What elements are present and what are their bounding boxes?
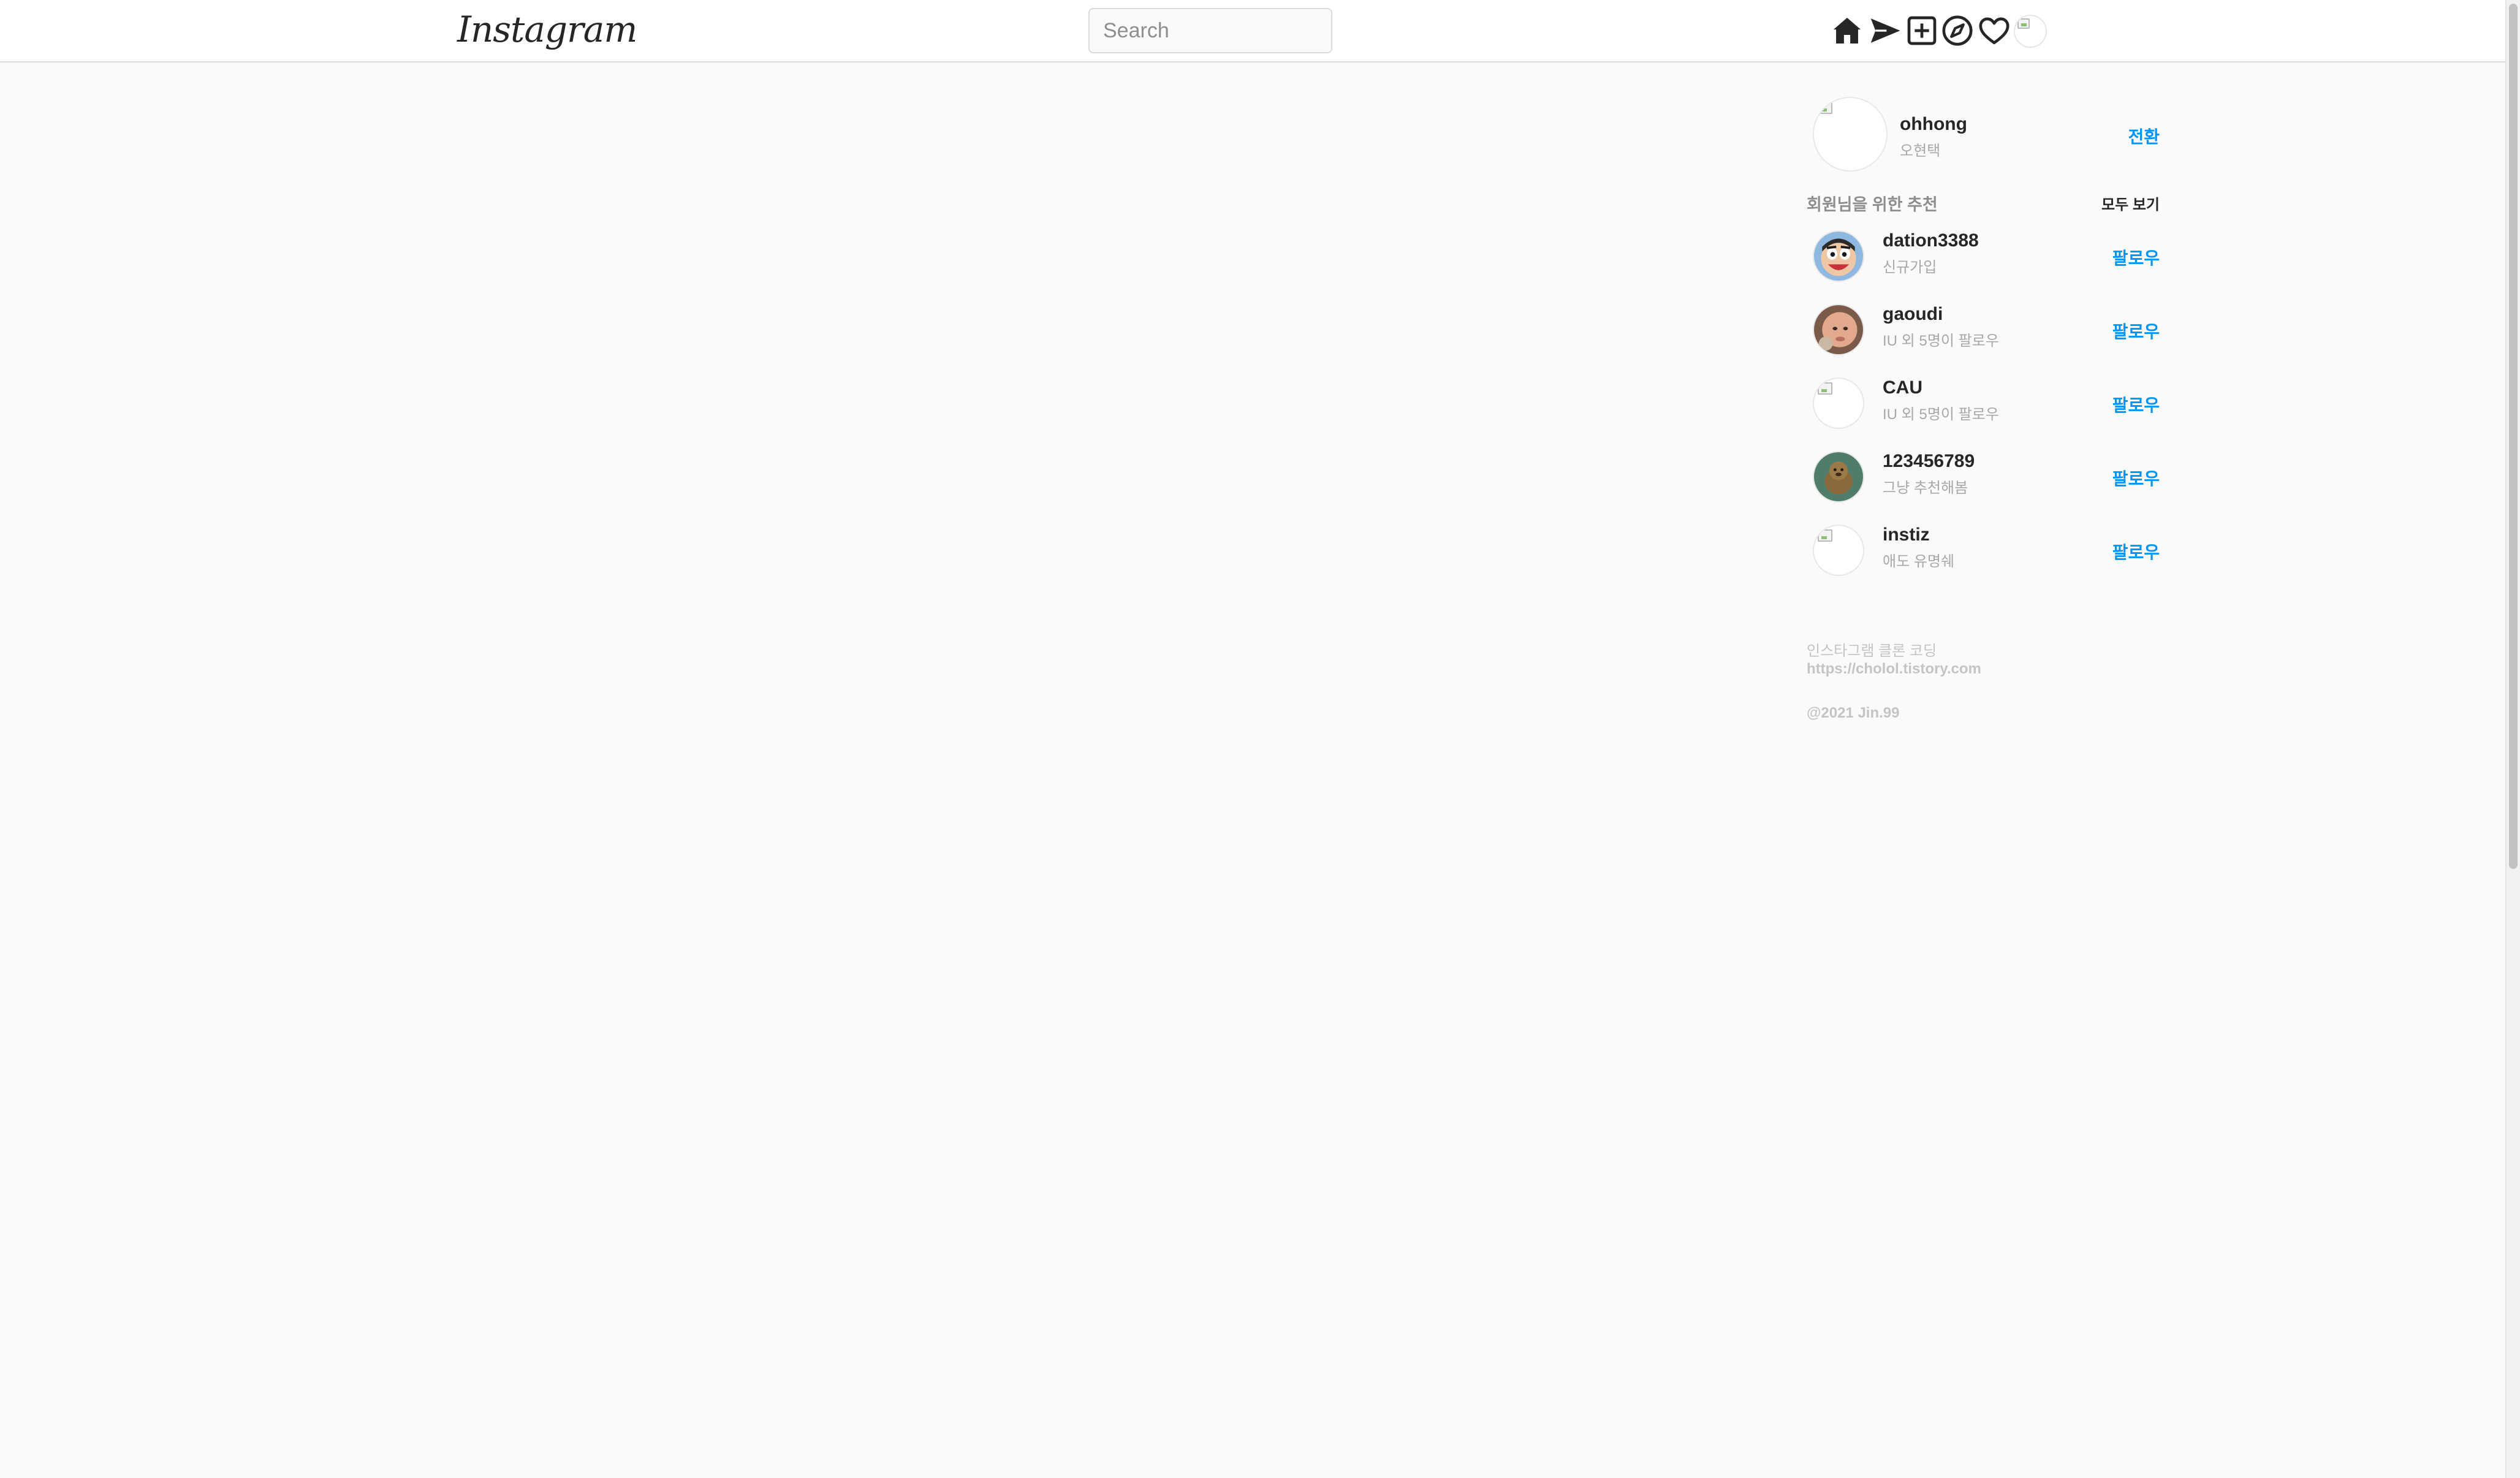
suggestion-subtitle: 신규가입: [1883, 259, 1937, 276]
top-navigation-bar: Instagram: [0, 0, 2505, 63]
follow-button[interactable]: 팔로우: [2112, 245, 2160, 270]
broken-image-icon: [1818, 382, 1832, 395]
suggestion-item: dation3388 신규가입 팔로우: [1807, 225, 2160, 287]
profile-avatar[interactable]: [2014, 15, 2047, 48]
current-user-avatar[interactable]: [1813, 97, 1888, 172]
home-icon[interactable]: [1830, 13, 1864, 48]
baby-photo-avatar-image: [1814, 305, 1863, 354]
suggestions-title: 회원님을 위한 추천: [1807, 195, 1938, 214]
suggestion-item: 123456789 그냥 추천해봄 팔로우: [1807, 446, 2160, 507]
footer-link[interactable]: https://cholol.tistory.com: [1807, 661, 1981, 677]
footer-copyright: @2021 Jin.99: [1807, 705, 1900, 721]
page-scrollbar[interactable]: [2505, 0, 2520, 1478]
suggestion-avatar[interactable]: [1813, 230, 1864, 282]
suggestion-username[interactable]: gaoudi: [1883, 304, 1943, 325]
suggestion-avatar[interactable]: [1813, 377, 1864, 429]
cartoon-face-avatar-image: [1814, 232, 1863, 281]
suggestion-username[interactable]: 123456789: [1883, 451, 1975, 472]
suggestion-username[interactable]: instiz: [1883, 525, 1930, 545]
see-all-button[interactable]: 모두 보기: [2101, 192, 2160, 214]
suggestion-item: instiz 애도 유명쉐 팔로우: [1807, 520, 2160, 581]
direct-message-icon[interactable]: [1868, 13, 1902, 48]
follow-button[interactable]: 팔로우: [2112, 539, 2160, 564]
follow-button[interactable]: 팔로우: [2112, 319, 2160, 343]
suggestion-avatar[interactable]: [1813, 451, 1864, 502]
suggestion-subtitle: 애도 유명쉐: [1883, 553, 1955, 570]
search-input[interactable]: [1088, 8, 1332, 53]
broken-image-icon: [1818, 102, 1832, 114]
suggestion-item: CAU IU 외 5명이 팔로우 팔로우: [1807, 373, 2160, 434]
suggestion-avatar[interactable]: [1813, 304, 1864, 355]
suggestion-subtitle: 그냥 추천해봄: [1883, 480, 1968, 496]
instagram-logo[interactable]: Instagram: [457, 5, 637, 54]
scrollbar-thumb[interactable]: [2509, 4, 2518, 869]
follow-button[interactable]: 팔로우: [2112, 392, 2160, 417]
suggestion-subtitle: IU 외 5명이 팔로우: [1883, 406, 1999, 423]
suggestions-header: 회원님을 위한 추천 모두 보기: [1807, 191, 2160, 216]
broken-image-icon: [1818, 529, 1832, 542]
new-post-icon[interactable]: [1905, 13, 1939, 48]
suggestion-username[interactable]: dation3388: [1883, 230, 1979, 251]
activity-heart-icon[interactable]: [1977, 13, 2011, 48]
animal-photo-avatar-image: [1814, 452, 1863, 501]
current-username[interactable]: ohhong: [1900, 114, 1967, 135]
follow-button[interactable]: 팔로우: [2112, 466, 2160, 490]
explore-icon[interactable]: [1940, 13, 1975, 48]
suggestion-username[interactable]: CAU: [1883, 377, 1922, 398]
footer-text: 인스타그램 클론 코딩: [1807, 643, 1937, 659]
switch-account-button[interactable]: 전환: [2128, 124, 2160, 148]
suggestion-subtitle: IU 외 5명이 팔로우: [1883, 333, 1999, 349]
broken-image-icon: [2017, 18, 2030, 29]
current-user-card: ohhong 오현택 전환: [1807, 92, 2160, 179]
suggestion-avatar[interactable]: [1813, 525, 1864, 576]
current-user-name: 오현택: [1900, 143, 1941, 159]
suggestion-item: gaoudi IU 외 5명이 팔로우 팔로우: [1807, 299, 2160, 360]
